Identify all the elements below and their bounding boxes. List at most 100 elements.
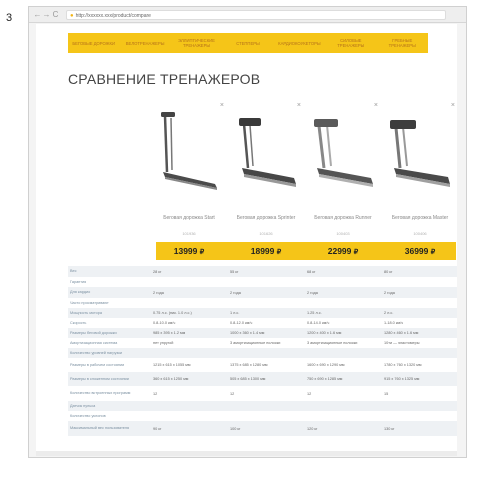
spec-value: нет упругой: [153, 341, 174, 345]
spec-value: [382, 401, 457, 411]
spec-row: Гарантия: [68, 277, 457, 287]
spec-value: 12: [153, 391, 158, 396]
spec-label: Датчик пульса: [68, 401, 151, 411]
spec-value: 0.8-12.0 км/ч: [230, 321, 253, 325]
spec-value: 505 x 685 x 1300 мм: [228, 372, 305, 386]
spec-value: [228, 348, 305, 358]
spec-value: [228, 277, 305, 287]
product-price: 13999 ₽: [151, 242, 227, 260]
remove-product-icon[interactable]: ×: [374, 102, 378, 110]
spec-label: Количество уклонов: [70, 413, 106, 418]
address-text: http://xxxxxx.xxx/product/compare: [75, 12, 151, 19]
spec-row: Максимальный вес пользователя 90 кг 100 кг…: [68, 421, 457, 436]
spec-label: Вес: [68, 266, 151, 277]
spec-value: [151, 277, 228, 287]
category-menu: Беговые дорожки Велотренажеры Эллиптичес…: [68, 33, 428, 53]
product-card: × Беговая дорожка Runner 100403: [305, 102, 381, 262]
spec-value: 2 л.с.: [382, 308, 457, 318]
price-value: 36999: [404, 246, 429, 256]
spec-row: Амортизационная система нет упругой 3 амор…: [68, 338, 457, 348]
menu-item-treadmills[interactable]: Беговые дорожки: [68, 33, 119, 53]
product-name[interactable]: Беговая дорожка Runner: [305, 215, 381, 221]
spec-value: 915 x 760 x 1325 мм: [382, 372, 457, 386]
spec-value: 2 года: [382, 287, 457, 298]
menu-item-steppers[interactable]: Степперы: [222, 33, 273, 53]
spec-value: [228, 298, 305, 308]
spec-value: 1780 x 760 x 1320 мм: [384, 363, 422, 367]
spec-label: Гарантия: [70, 279, 87, 284]
menu-item-ellipticals[interactable]: Эллиптические тренажеры: [171, 33, 222, 53]
product-card: × Беговая дорожка Master 100406: [382, 102, 458, 262]
spec-value: 100 кг: [228, 421, 305, 436]
menu-item-strength[interactable]: Силовые тренажеры: [325, 33, 376, 53]
spec-value: 3 амортизационные полоски: [230, 341, 281, 345]
spec-value: 1.25 л.с.: [305, 308, 382, 318]
spec-value: [151, 298, 228, 308]
spec-row: Датчик пульса: [68, 401, 457, 411]
product-name[interactable]: Беговая дорожка Sprinter: [228, 215, 304, 221]
spec-value: 90 кг: [151, 421, 228, 436]
menu-item-cardio[interactable]: Кардиокоукеторы: [274, 33, 325, 53]
spec-value: [382, 277, 457, 287]
spec-value: [305, 277, 382, 287]
spec-value: 1375 x 685 x 1280 мм: [230, 363, 268, 367]
spec-label: Мощность мотора: [68, 308, 151, 318]
spec-row: Мощность мотора 0.75 л.с. (пик. 1.0 л.с.)…: [68, 308, 457, 318]
spec-value: 1280 x 460 x 1.6 мм: [382, 328, 457, 338]
figure-number: 3: [6, 12, 13, 24]
spec-row: Количество встроенных программ 12 12 12 15: [68, 386, 457, 401]
spec-value: 360 x 615 x 1250 мм: [151, 372, 228, 386]
product-price: 18999 ₽: [228, 242, 304, 260]
product-name[interactable]: Беговая дорожка Start: [151, 215, 227, 221]
remove-product-icon[interactable]: ×: [451, 102, 455, 110]
spec-row: Скорость 0.8-10.0 км/ч 0.8-12.0 км/ч 0.8-14…: [68, 318, 457, 328]
spec-value: 0.8-14.0 км/ч: [307, 321, 330, 325]
reload-icon[interactable]: C: [51, 7, 60, 23]
address-bar[interactable]: ● http://xxxxxx.xxx/product/compare: [66, 9, 446, 20]
remove-product-icon[interactable]: ×: [220, 102, 224, 110]
spec-label: Количество встроенных программ: [70, 391, 131, 395]
back-icon[interactable]: ←: [33, 7, 42, 23]
spec-row: Вес 28 кг 55 кг 68 кг 80 кг: [68, 266, 457, 277]
product-name[interactable]: Беговая дорожка Master: [382, 215, 458, 221]
treadmill-image: [314, 119, 373, 187]
spec-row: Для кардио 2 года 2 года 2 года 2 года: [68, 287, 457, 298]
product-price: 36999 ₽: [382, 242, 458, 260]
forward-icon[interactable]: →: [42, 7, 51, 23]
product-code: 101626: [259, 231, 273, 236]
page-content: Беговые дорожки Велотренажеры Эллиптичес…: [36, 24, 457, 456]
menu-item-bikes[interactable]: Велотренажеры: [119, 33, 170, 53]
spec-value: [228, 401, 305, 411]
spec-value: 0.8-10.0 км/ч: [153, 321, 176, 325]
spec-value: 1000 x 360 x 1.4 мм: [228, 328, 305, 338]
spec-value: 985 x 395 x 1.2 мм: [151, 328, 228, 338]
site-icon: ●: [70, 12, 74, 19]
currency-sign: ₽: [276, 249, 282, 256]
spec-value: [305, 298, 382, 308]
spec-label: Амортизационная система: [70, 340, 118, 345]
treadmill-image: [390, 120, 450, 187]
spec-value: [382, 411, 457, 421]
spec-label: Размеры в сложенном состоянии: [68, 372, 151, 386]
product-code: 100403: [336, 231, 350, 236]
remove-product-icon[interactable]: ×: [297, 102, 301, 110]
spec-row: Размеры в сложенном состоянии 360 x 615 x…: [68, 372, 457, 386]
browser-toolbar: ← → C ● http://xxxxxx.xxx/product/compare: [29, 7, 466, 23]
spec-value: 1 л.с.: [228, 308, 305, 318]
spec-row: Размеры беговой дорожки 985 x 395 x 1.2 м…: [68, 328, 457, 338]
spec-value: 15: [384, 391, 389, 396]
browser-window: ← → C ● http://xxxxxx.xxx/product/compare…: [28, 6, 467, 458]
spec-value: 2 года: [151, 287, 228, 298]
price-value: 13999: [173, 246, 198, 256]
spec-value: 1200 x 400 x 1.6 мм: [305, 328, 382, 338]
spec-value: [305, 348, 382, 358]
spec-label: Максимальный вес пользователя: [68, 421, 151, 436]
spec-row: Количество уровней нагрузки: [68, 348, 457, 358]
spec-value: 68 кг: [305, 266, 382, 277]
product-card: × Беговая дорожка Start 101936: [151, 102, 227, 262]
spec-row: Размеры в рабочем состоянии 1215 x 615 x …: [68, 358, 457, 372]
spec-label: Размеры беговой дорожки: [68, 328, 151, 338]
menu-item-rowers[interactable]: Гребные тренажеры: [377, 33, 428, 53]
product-price: 22999 ₽: [305, 242, 381, 260]
spec-value: 130 кг: [382, 421, 457, 436]
